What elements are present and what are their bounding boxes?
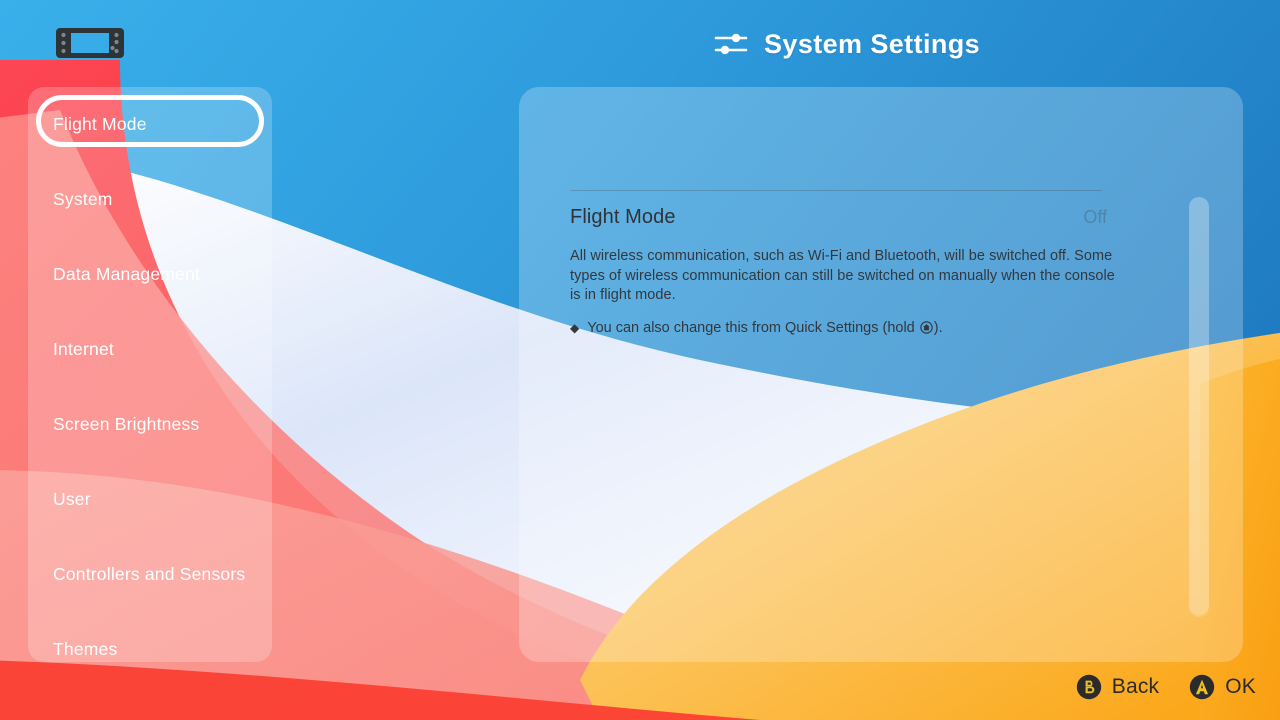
system-settings-screen: System Settings Flight Mode System Data … — [0, 0, 1280, 720]
sidebar-item-label: System — [53, 189, 113, 209]
setting-value: Off — [1083, 207, 1107, 227]
page-title: System Settings — [764, 29, 981, 59]
sidebar-item-label: User — [53, 489, 91, 509]
sidebar-item-label: Controllers and Sensors — [53, 564, 246, 584]
setting-description: All wireless communication, such as Wi-F… — [570, 248, 1115, 304]
hint-back-label: Back — [1111, 675, 1160, 698]
sidebar-item-themes[interactable]: Themes — [28, 612, 272, 662]
switch-console-icon — [56, 28, 124, 58]
a-button-icon — [1190, 674, 1215, 700]
sidebar-item-label: Data Management — [53, 264, 200, 284]
setting-note: ◆ You can also change this from Quick Se… — [570, 318, 1115, 338]
home-button-icon — [920, 321, 933, 334]
sidebar-item-screen-brightness[interactable]: Screen Brightness — [28, 387, 272, 462]
note-prefix: You can also change this from Quick Sett… — [587, 320, 919, 336]
header-bar: System Settings — [0, 0, 1280, 86]
b-button-icon — [1076, 674, 1101, 700]
sliders-icon — [714, 33, 748, 55]
button-hint-bar: Back OK — [1076, 670, 1256, 704]
note-text: You can also change this from Quick Sett… — [587, 318, 942, 338]
page-title-group: System Settings — [714, 24, 980, 64]
hint-ok[interactable]: OK — [1189, 674, 1256, 700]
hint-back[interactable]: Back — [1076, 674, 1160, 700]
content-divider — [570, 190, 1102, 191]
sidebar-item-flight-mode[interactable]: Flight Mode — [28, 87, 272, 162]
hint-ok-label: OK — [1225, 675, 1256, 698]
settings-content-panel: Flight Mode Off All wireless communicati… — [519, 87, 1243, 662]
setting-row-flight-mode[interactable]: Flight Mode Off — [570, 203, 1107, 233]
content-scrollbar[interactable] — [1189, 197, 1209, 617]
sidebar-item-label: Screen Brightness — [53, 414, 200, 434]
sidebar-item-user[interactable]: User — [28, 462, 272, 537]
sidebar-item-data-management[interactable]: Data Management — [28, 237, 272, 312]
setting-name: Flight Mode — [570, 206, 676, 228]
sidebar-item-label: Themes — [53, 639, 118, 659]
sidebar-item-internet[interactable]: Internet — [28, 312, 272, 387]
sidebar-item-label: Internet — [53, 339, 114, 359]
note-suffix: ). — [933, 320, 943, 336]
content-scrollbar-thumb[interactable] — [1189, 197, 1209, 615]
bullet-diamond-icon: ◆ — [570, 321, 580, 335]
sidebar-item-system[interactable]: System — [28, 162, 272, 237]
sidebar-list: Flight Mode System Data Management Inter… — [28, 87, 272, 662]
sidebar-item-label: Flight Mode — [53, 114, 147, 134]
settings-sidebar[interactable]: Flight Mode System Data Management Inter… — [28, 87, 272, 662]
sidebar-item-controllers-and-sensors[interactable]: Controllers and Sensors — [28, 537, 272, 612]
